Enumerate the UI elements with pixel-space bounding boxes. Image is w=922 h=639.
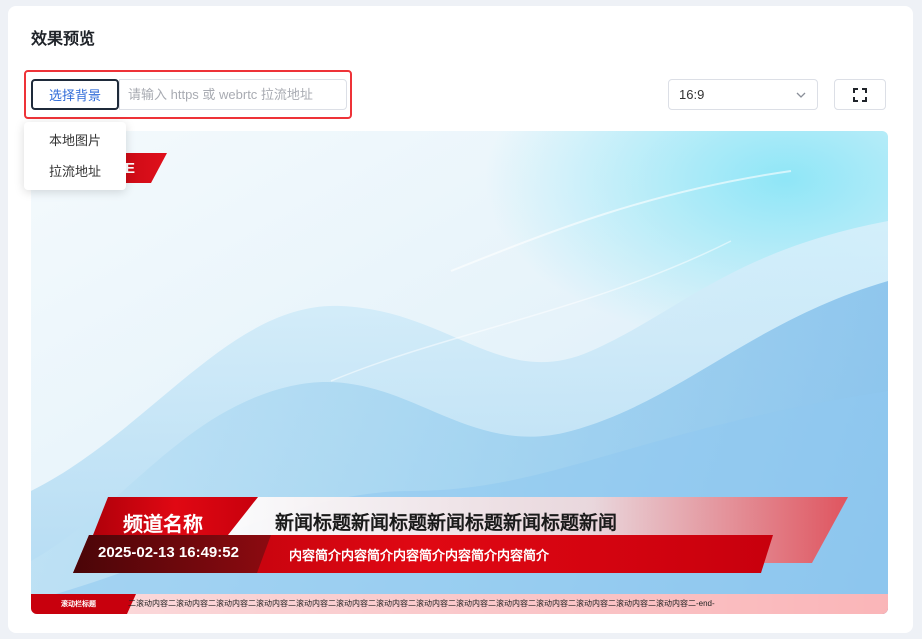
dropdown-item-stream-url[interactable]: 拉流地址 xyxy=(24,157,126,187)
card-title: 效果预览 xyxy=(31,31,96,48)
preview-card: 效果预览 选择背景 16:9 xyxy=(8,6,913,633)
fullscreen-button[interactable] xyxy=(834,79,886,110)
chevron-down-icon xyxy=(796,92,806,98)
channel-name: 频道名称 xyxy=(123,514,203,536)
stream-url-input[interactable] xyxy=(119,79,347,110)
aspect-ratio-value: 16:9 xyxy=(679,87,705,102)
lower-third-graphic xyxy=(31,497,888,614)
aspect-ratio-select[interactable]: 16:9 xyxy=(668,79,818,110)
ticker-text: 二滚动内容二滚动内容二滚动内容二滚动内容二滚动内容二滚动内容二滚动内容二滚动内容… xyxy=(128,599,715,608)
fullscreen-icon xyxy=(853,87,867,102)
news-title: 新闻标题新闻标题新闻标题新闻标题新闻 xyxy=(275,513,618,534)
ticker-label: 滚动栏标题 xyxy=(61,601,96,608)
background-source-dropdown: 本地图片 拉流地址 xyxy=(24,122,126,190)
datetime-label: 2025-02-13 16:49:52 xyxy=(98,544,239,561)
preview-canvas: E 频道名称 新闻标题新闻标题新闻标题新闻标题新闻 2025-02-13 16:… xyxy=(31,131,888,614)
news-summary: 内容简介内容简介内容简介内容简介内容简介 xyxy=(289,548,550,563)
dropdown-item-local-image[interactable]: 本地图片 xyxy=(24,126,126,156)
select-background-button[interactable]: 选择背景 xyxy=(31,79,119,110)
